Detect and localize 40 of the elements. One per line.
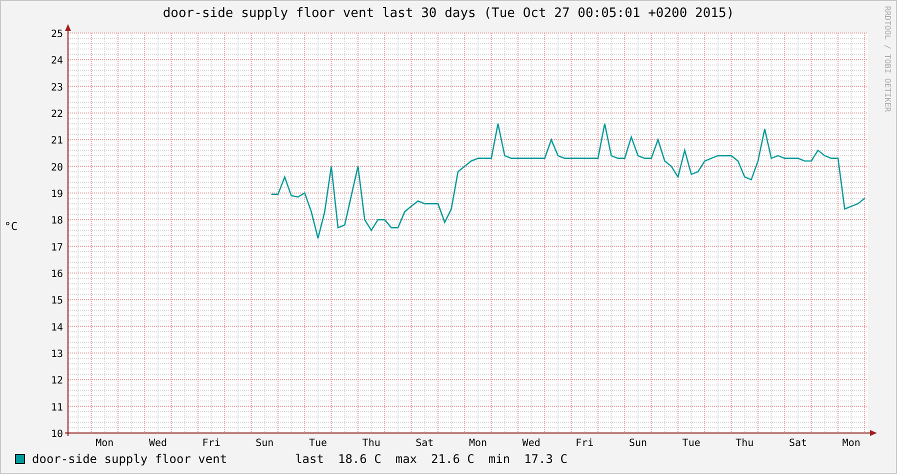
x-tick-label: Wed bbox=[522, 438, 540, 449]
y-tick-label: 20 bbox=[50, 162, 63, 174]
x-tick-label: Mon bbox=[842, 438, 860, 449]
y-tick-label: 25 bbox=[50, 29, 63, 40]
x-tick-label: Sat bbox=[788, 438, 808, 449]
x-tick-label: Fri bbox=[202, 438, 220, 449]
y-tick-label: 24 bbox=[50, 56, 63, 67]
y-tick-label: 19 bbox=[50, 189, 63, 200]
stat-value: 18.6 C bbox=[338, 452, 382, 466]
y-tick-label: 15 bbox=[50, 296, 63, 307]
x-tick-label: Mon bbox=[96, 438, 114, 449]
stat-label: max bbox=[395, 452, 418, 466]
x-tick-label: Wed bbox=[148, 438, 168, 449]
stat-label: min bbox=[488, 452, 510, 466]
legend-label: door-side supply floor vent bbox=[32, 452, 228, 466]
y-tick-label: 17 bbox=[50, 242, 63, 254]
stat-label: last bbox=[295, 452, 324, 466]
x-tick-label: Tue bbox=[308, 438, 328, 449]
y-tick-label: 22 bbox=[50, 109, 63, 120]
stat-value: 21.6 C bbox=[431, 452, 474, 466]
x-tick-label: Thu bbox=[362, 438, 380, 449]
y-tick-label: 23 bbox=[50, 82, 63, 94]
y-tick-label: 18 bbox=[50, 216, 63, 227]
x-tick-label: Sun bbox=[256, 438, 274, 449]
x-tick-label: Sat bbox=[416, 438, 434, 449]
y-tick-label: 21 bbox=[50, 136, 63, 147]
y-tick-label: 11 bbox=[50, 402, 63, 414]
x-tick-label: Sun bbox=[628, 438, 648, 449]
x-tick-label: Tue bbox=[682, 438, 700, 449]
stat-value: 17.3 C bbox=[524, 452, 568, 466]
y-tick-label: 16 bbox=[50, 269, 63, 280]
y-tick-label: 14 bbox=[50, 322, 63, 334]
x-tick-label: Thu bbox=[736, 438, 754, 449]
x-tick-label: Fri bbox=[576, 438, 594, 449]
y-tick-label: 10 bbox=[50, 429, 63, 440]
y-axis-label: °C bbox=[3, 220, 19, 232]
y-tick-label: 12 bbox=[50, 376, 63, 387]
credit-text: RRDTOOL / TOBI OETIKER bbox=[883, 6, 892, 112]
x-tick-label: Mon bbox=[468, 438, 488, 449]
y-tick-label: 13 bbox=[50, 349, 63, 360]
